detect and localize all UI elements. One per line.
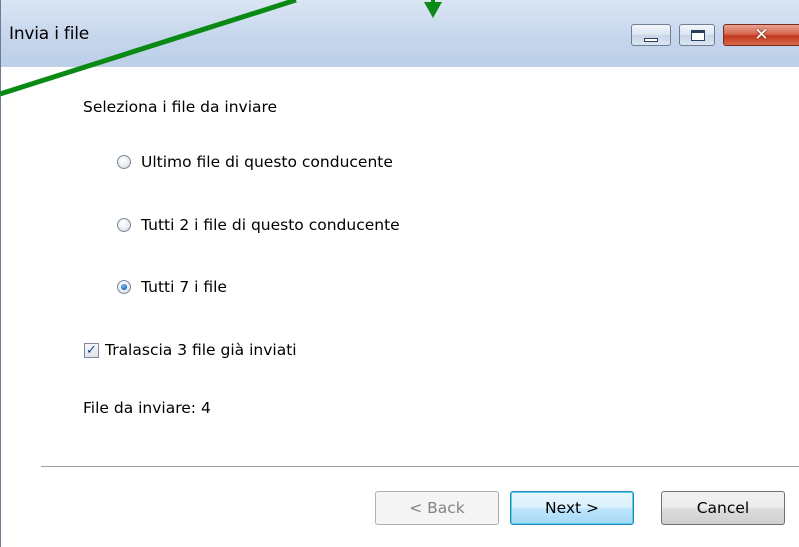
radio-label: Tutti 2 i file di questo conducente [141, 216, 400, 234]
radio-button[interactable] [117, 218, 131, 232]
title-bar[interactable]: Invia i file ✕ [1, 0, 799, 67]
next-button[interactable]: Next > [510, 491, 634, 525]
radio-button[interactable] [117, 155, 131, 169]
maximize-button[interactable] [679, 24, 715, 46]
minimize-icon [644, 38, 658, 42]
checkmark-icon: ✓ [86, 343, 97, 358]
cancel-button[interactable]: Cancel [661, 491, 785, 525]
radio-label: Tutti 7 i file [141, 278, 227, 296]
minimize-button[interactable] [631, 24, 671, 46]
section-heading: Seleziona i file da inviare [83, 98, 278, 116]
radio-button-selected[interactable] [117, 280, 131, 294]
separator [41, 466, 799, 468]
radio-label: Ultimo file di questo conducente [141, 153, 393, 171]
maximize-icon [691, 30, 705, 41]
files-to-send-count: File da inviare: 4 [83, 399, 211, 417]
checkbox-label: Tralascia 3 file già inviati [105, 341, 297, 359]
window-title: Invia i file [9, 24, 90, 44]
close-icon: ✕ [754, 25, 769, 45]
checkbox-checked[interactable]: ✓ [84, 343, 99, 358]
close-button[interactable]: ✕ [723, 24, 799, 46]
back-button[interactable]: < Back [375, 491, 499, 525]
send-files-dialog: Invia i file ✕ Seleziona i file da invia… [0, 0, 799, 547]
